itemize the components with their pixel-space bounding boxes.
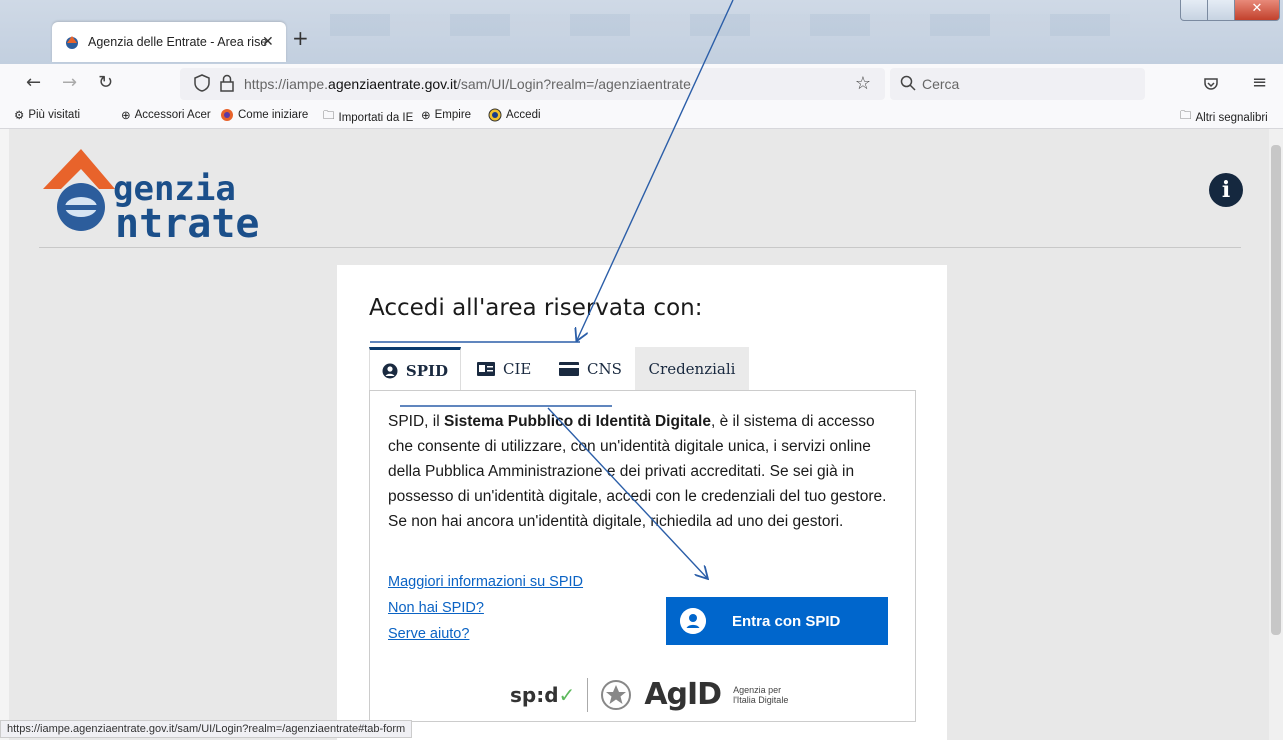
folder-icon: 🗀 bbox=[1180, 110, 1192, 122]
info-icon[interactable]: i bbox=[1209, 173, 1243, 207]
tab-cns[interactable]: CNS bbox=[559, 347, 622, 391]
shield-icon bbox=[194, 74, 210, 92]
help-links: Maggiori informazioni su SPID Non hai SP… bbox=[388, 571, 583, 649]
new-tab-button[interactable]: + bbox=[292, 26, 309, 50]
page-content: genzia ntrate i Accedi all'area riservat… bbox=[9, 129, 1269, 740]
vertical-scrollbar[interactable] bbox=[1269, 129, 1283, 740]
bookmarks-bar: ⚙ Più visitati ⊕ Accessori Acer Come inizi… bbox=[0, 104, 1283, 129]
login-card: Accedi all'area riservata con: SPID CIE … bbox=[337, 265, 947, 740]
close-window-button[interactable]: ✕ bbox=[1234, 0, 1280, 21]
entra-con-spid-button[interactable]: Entra con SPID bbox=[666, 597, 888, 645]
firefox-icon bbox=[221, 109, 233, 121]
folder-icon: 🗀 bbox=[323, 110, 335, 122]
tab-credenziali[interactable]: Credenziali bbox=[635, 347, 749, 391]
accedi-icon bbox=[488, 108, 502, 122]
hamburger-menu-icon[interactable]: ≡ bbox=[1252, 72, 1267, 93]
pocket-icon[interactable] bbox=[1203, 76, 1219, 92]
tab-cie[interactable]: CIE bbox=[477, 347, 531, 391]
bookmark-importati-ie[interactable]: 🗀 Importati da IE bbox=[323, 108, 413, 127]
minimize-button[interactable] bbox=[1180, 0, 1208, 21]
globe-icon: ⊕ bbox=[421, 110, 431, 122]
id-card-icon bbox=[477, 362, 495, 376]
nav-bar: ← → ↻ https://iampe.agenziaentrate.gov.i… bbox=[0, 64, 1283, 104]
user-circle-icon bbox=[382, 363, 398, 378]
emblem-icon bbox=[601, 679, 632, 710]
spid-panel: SPID, il Sistema Pubblico di Identità Di… bbox=[369, 390, 916, 722]
agenzia-favicon-icon bbox=[66, 36, 78, 49]
agid-logo: AgID bbox=[644, 677, 722, 712]
search-placeholder: Cerca bbox=[922, 76, 960, 92]
search-bar[interactable]: Cerca bbox=[890, 68, 1145, 100]
title-bar: Agenzia delle Entrate - Area rise ✕ + ✕ bbox=[0, 0, 1283, 64]
gear-icon: ⚙ bbox=[14, 110, 25, 122]
blurred-tabs bbox=[330, 14, 1130, 36]
bookmark-accedi[interactable]: Accedi bbox=[488, 108, 541, 122]
bookmark-empire[interactable]: ⊕ Empire bbox=[421, 108, 471, 122]
link-need-help[interactable]: Serve aiuto? bbox=[388, 623, 583, 645]
link-no-spid[interactable]: Non hai SPID? bbox=[388, 597, 583, 619]
bookmark-piu-visitati[interactable]: ⚙ Più visitati bbox=[14, 108, 80, 122]
status-bar-url: https://iampe.agenziaentrate.gov.it/sam/… bbox=[0, 720, 413, 738]
spid-logo: sp:d✓ bbox=[510, 682, 576, 707]
url-text: https://iampe.agenziaentrate.gov.it/sam/… bbox=[244, 76, 691, 92]
credit-card-icon bbox=[559, 362, 579, 376]
logo-emblem-icon bbox=[43, 149, 115, 231]
page-title: Accedi all'area riservata con: bbox=[369, 295, 703, 321]
header-divider bbox=[39, 247, 1241, 248]
logo-text-line2: ntrate bbox=[115, 201, 260, 247]
scrollbar-thumb[interactable] bbox=[1271, 145, 1281, 635]
spid-description: SPID, il Sistema Pubblico di Identità Di… bbox=[388, 413, 887, 530]
close-tab-icon[interactable]: ✕ bbox=[262, 34, 274, 50]
tab-spid[interactable]: SPID bbox=[369, 347, 461, 391]
agid-subtitle: Agenzia per l'Italia Digitale bbox=[733, 684, 789, 705]
user-icon bbox=[680, 608, 706, 634]
forward-arrow-icon[interactable]: → bbox=[62, 72, 77, 93]
logo-divider bbox=[587, 677, 589, 712]
bookmark-star-icon[interactable]: ☆ bbox=[855, 73, 871, 94]
maximize-button[interactable] bbox=[1207, 0, 1235, 21]
bookmark-altri-segnalibri[interactable]: 🗀 Altri segnalibri bbox=[1180, 108, 1268, 127]
bookmark-come-iniziare[interactable]: Come iniziare bbox=[220, 108, 308, 122]
reload-icon[interactable]: ↻ bbox=[98, 72, 113, 93]
lock-icon bbox=[220, 74, 234, 92]
footer-logos: sp:d✓ AgID Agenzia per l'Italia Digitale bbox=[510, 677, 788, 712]
tab-title: Agenzia delle Entrate - Area rise bbox=[88, 35, 268, 49]
browser-tab[interactable]: Agenzia delle Entrate - Area rise ✕ bbox=[52, 22, 286, 62]
link-more-info-spid[interactable]: Maggiori informazioni su SPID bbox=[388, 571, 583, 593]
search-icon bbox=[900, 75, 916, 91]
globe-icon: ⊕ bbox=[121, 110, 131, 122]
bookmark-accessori-acer[interactable]: ⊕ Accessori Acer bbox=[121, 108, 211, 122]
address-bar[interactable]: https://iampe.agenziaentrate.gov.it/sam/… bbox=[180, 68, 885, 100]
back-arrow-icon[interactable]: ← bbox=[26, 72, 41, 93]
